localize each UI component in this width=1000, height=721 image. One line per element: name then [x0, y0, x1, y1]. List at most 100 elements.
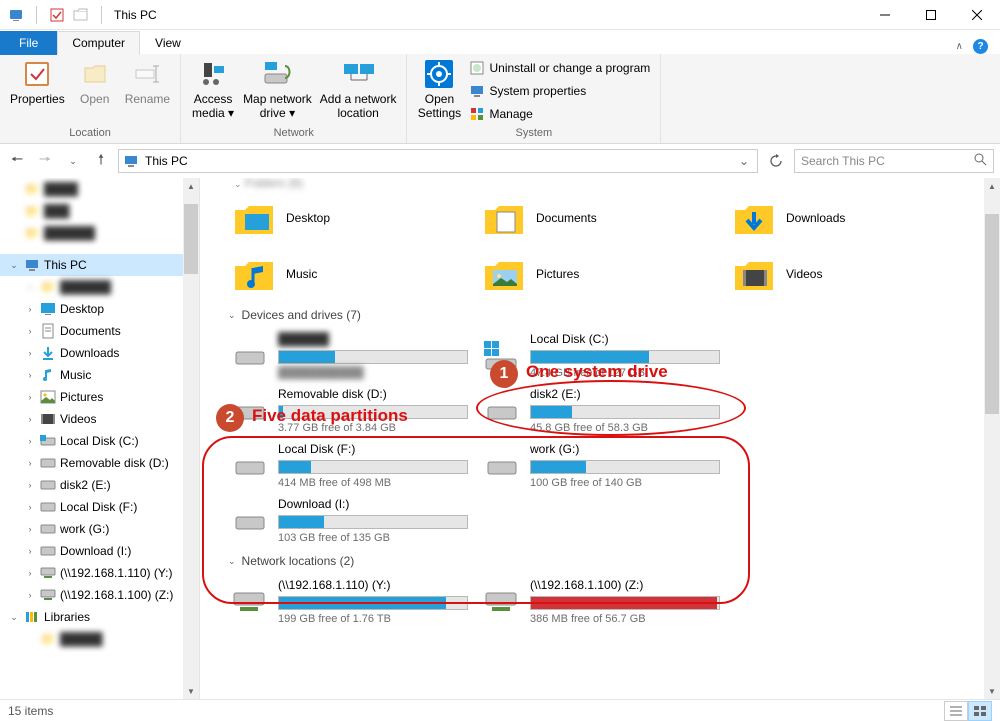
tree-item-drive-g[interactable]: ›work (G:): [0, 518, 183, 540]
manage-button[interactable]: Manage: [465, 104, 654, 124]
drive-icon: [40, 543, 56, 559]
ribbon-group-location-label: Location: [6, 125, 174, 143]
folder-desktop[interactable]: Desktop: [228, 190, 478, 246]
tab-file[interactable]: File: [0, 31, 57, 55]
drive-icon: [40, 499, 56, 515]
tree-item-videos[interactable]: ›Videos: [0, 408, 183, 430]
annotation-badge-2: 2: [216, 404, 244, 432]
tree-item-blurred[interactable]: 📁████: [0, 178, 183, 200]
annotation-circle-1: [476, 380, 746, 436]
this-pc-icon: [24, 257, 40, 273]
tree-item-this-pc[interactable]: ⌄ This PC: [0, 254, 183, 276]
address-bar-row: 🠔 🠖 ⌄ 🠕 This PC ⌄ Search This PC: [0, 144, 1000, 178]
ribbon-group-system-label: System: [413, 125, 654, 143]
add-network-location-button[interactable]: Add a network location: [316, 56, 401, 122]
search-input[interactable]: Search This PC: [794, 149, 994, 173]
address-bar[interactable]: This PC ⌄: [118, 149, 758, 173]
annotation-circle-2: [202, 436, 750, 604]
music-icon: [40, 367, 56, 383]
properties-button[interactable]: Properties: [6, 56, 69, 108]
drive-icon: [40, 477, 56, 493]
folder-pictures[interactable]: Pictures: [478, 246, 728, 302]
nav-recent-dropdown[interactable]: ⌄: [62, 150, 84, 172]
refresh-button[interactable]: [764, 149, 788, 173]
this-pc-icon: [123, 153, 139, 169]
folder-downloads[interactable]: Downloads: [728, 190, 978, 246]
documents-folder-icon: [480, 198, 528, 238]
drive-icon: [230, 336, 270, 376]
libraries-icon: [24, 609, 40, 625]
collapse-ribbon-icon[interactable]: ∧: [956, 41, 963, 52]
ribbon: Properties Open Rename Location Access m…: [0, 54, 1000, 144]
minimize-button[interactable]: [862, 0, 908, 30]
address-crumb[interactable]: This PC: [145, 154, 188, 168]
system-properties-button[interactable]: System properties: [465, 81, 654, 101]
tree-item-drive-d[interactable]: ›Removable disk (D:): [0, 452, 183, 474]
tree-item-documents[interactable]: ›Documents: [0, 320, 183, 342]
access-media-button[interactable]: Access media ▾: [187, 56, 239, 122]
tab-computer[interactable]: Computer: [57, 31, 140, 55]
open-settings-button[interactable]: Open Settings: [413, 56, 465, 122]
tree-item-blurred[interactable]: ›📁██████: [0, 276, 183, 298]
network-drive-icon: [40, 565, 56, 581]
tree-item-drive-i[interactable]: ›Download (I:): [0, 540, 183, 562]
rename-button: Rename: [121, 56, 174, 108]
tree-item-blurred[interactable]: 📁█████: [0, 628, 183, 650]
tree-item-drive-c[interactable]: ›Local Disk (C:): [0, 430, 183, 452]
folder-music[interactable]: Music: [228, 246, 478, 302]
nav-up-button[interactable]: 🠕: [90, 150, 112, 172]
nav-back-button[interactable]: 🠔: [6, 150, 28, 172]
properties-qat-icon[interactable]: [49, 7, 65, 23]
ribbon-tabs: File Computer View ∧ ?: [0, 30, 1000, 54]
downloads-folder-icon: [730, 198, 778, 238]
tree-item-drive-f[interactable]: ›Local Disk (F:): [0, 496, 183, 518]
sidebar-scrollbar[interactable]: ▲ ▼: [183, 178, 199, 699]
maximize-button[interactable]: [908, 0, 954, 30]
tree-item-blurred[interactable]: 📁██████: [0, 222, 183, 244]
new-folder-qat-icon[interactable]: [73, 7, 89, 23]
open-button: Open: [69, 56, 121, 108]
map-network-drive-button[interactable]: Map network drive ▾: [239, 56, 316, 122]
tree-item-desktop[interactable]: ›Desktop: [0, 298, 183, 320]
section-devices[interactable]: ⌄ Devices and drives (7): [228, 302, 980, 328]
folder-documents[interactable]: Documents: [478, 190, 728, 246]
search-placeholder: Search This PC: [801, 154, 885, 168]
status-item-count: 15 items: [8, 704, 53, 718]
music-folder-icon: [230, 254, 278, 294]
tab-view[interactable]: View: [140, 31, 196, 55]
tree-item-libraries[interactable]: ⌄Libraries: [0, 606, 183, 628]
view-details-button[interactable]: [944, 701, 968, 721]
videos-folder-icon: [730, 254, 778, 294]
tree-item-music[interactable]: ›Music: [0, 364, 183, 386]
tree-item-drive-e[interactable]: ›disk2 (E:): [0, 474, 183, 496]
tree-item-blurred[interactable]: 📁███: [0, 200, 183, 222]
view-tiles-button[interactable]: [968, 701, 992, 721]
uninstall-program-button[interactable]: Uninstall or change a program: [465, 58, 654, 78]
documents-icon: [40, 323, 56, 339]
system-menu-icon[interactable]: [8, 7, 24, 23]
window-title: This PC: [114, 8, 157, 22]
annotation-badge-1: 1: [490, 360, 518, 388]
tree-item-downloads[interactable]: ›Downloads: [0, 342, 183, 364]
drive-icon: [40, 455, 56, 471]
address-dropdown-icon[interactable]: ⌄: [735, 154, 753, 168]
content-scrollbar[interactable]: ▲ ▼: [984, 178, 1000, 699]
network-drive-icon: [40, 587, 56, 603]
videos-icon: [40, 411, 56, 427]
annotation-label-2: Five data partitions: [252, 406, 408, 426]
tree-item-netdrive-z[interactable]: › (\\192.168.1.100) (Z:): [0, 584, 183, 606]
desktop-icon: [40, 301, 56, 317]
drive-icon: [40, 521, 56, 537]
expand-icon[interactable]: ⌄: [8, 260, 20, 271]
help-icon[interactable]: ?: [973, 39, 988, 54]
close-button[interactable]: [954, 0, 1000, 30]
pictures-folder-icon: [480, 254, 528, 294]
nav-tree: 📁████ 📁███ 📁██████ ⌄ This PC ›📁██████ ›D…: [0, 178, 200, 699]
folder-videos[interactable]: Videos: [728, 246, 978, 302]
nav-forward-button: 🠖: [34, 150, 56, 172]
pictures-icon: [40, 389, 56, 405]
drive-item-blurred[interactable]: ██████ ███████████: [228, 328, 480, 383]
tree-item-pictures[interactable]: ›Pictures: [0, 386, 183, 408]
tree-item-netdrive-y[interactable]: › (\\192.168.1.110) (Y:): [0, 562, 183, 584]
ribbon-group-network-label: Network: [187, 125, 400, 143]
